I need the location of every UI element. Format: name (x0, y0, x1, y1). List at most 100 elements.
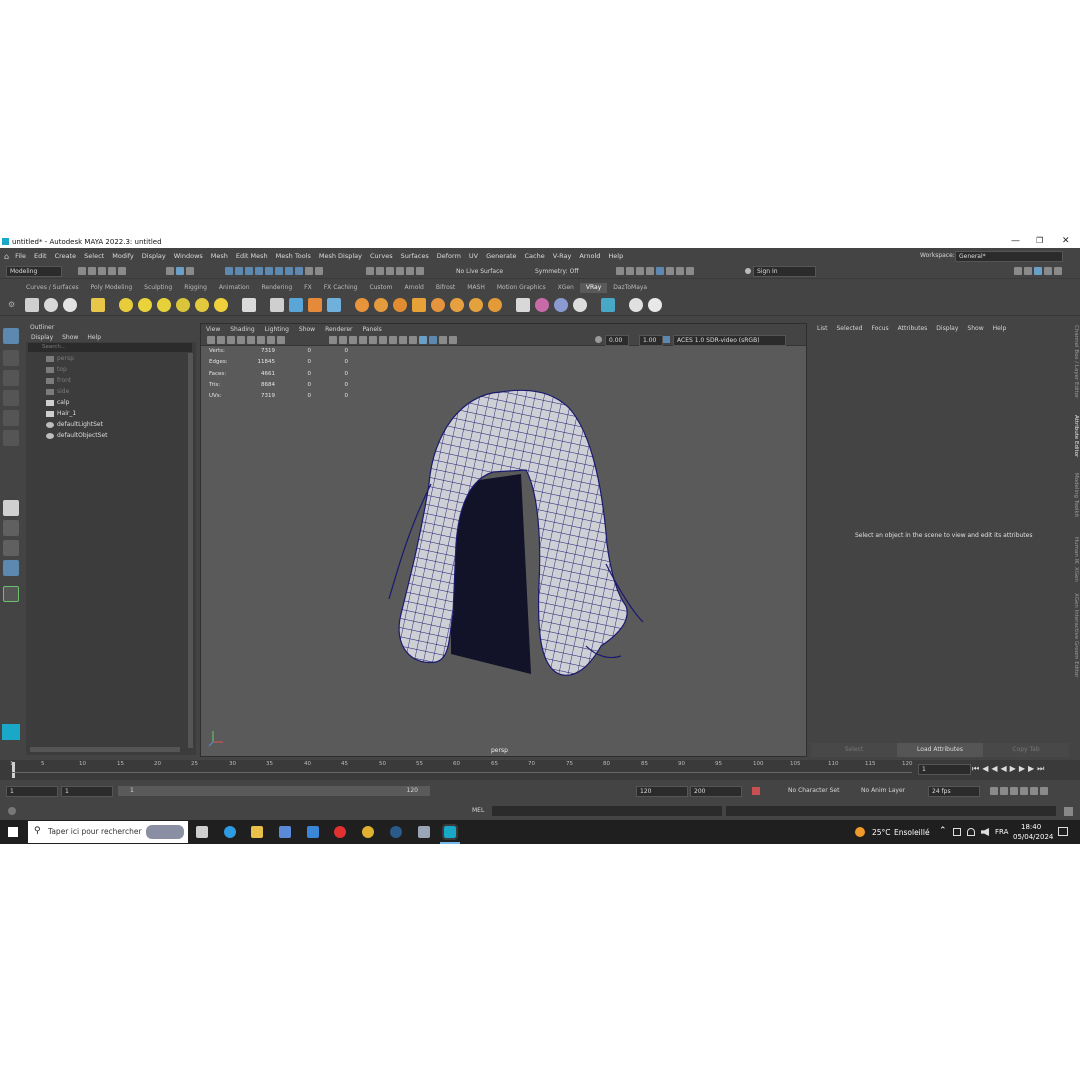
help-icon[interactable] (8, 807, 16, 815)
menu-windows[interactable]: Windows (174, 252, 203, 260)
outliner-search-input[interactable]: Search... (42, 344, 66, 350)
step-forward-key-icon[interactable]: ▶ (1028, 764, 1037, 773)
user-icon[interactable] (745, 268, 751, 274)
taskbar-search-input[interactable]: Taper ici pour rechercher (48, 827, 142, 836)
shelf-tab-curves-surfaces[interactable]: Curves / Surfaces (20, 283, 85, 293)
input-language[interactable]: FRA (995, 828, 1008, 836)
layout-icon-3[interactable] (1034, 267, 1042, 275)
menu-uv[interactable]: UV (469, 252, 478, 260)
notifications-icon[interactable] (1058, 827, 1068, 836)
script-language-label[interactable]: MEL (472, 807, 484, 814)
outliner-menu-display[interactable]: Display (31, 334, 53, 341)
symmetry-label[interactable]: Symmetry: Off (535, 268, 578, 275)
snap-grid-icon[interactable] (366, 267, 374, 275)
vp-menu-panels[interactable]: Panels (362, 326, 381, 333)
shelf-tab-rigging[interactable]: Rigging (178, 283, 213, 293)
menu-file[interactable]: File (15, 252, 26, 260)
outliner-item-persp[interactable]: persp (46, 355, 74, 362)
mask-icon-6[interactable] (275, 267, 283, 275)
vray-logo-icon[interactable] (648, 297, 663, 312)
ao-icon[interactable] (389, 336, 397, 344)
outliner-item-default-object-set[interactable]: defaultObjectSet (46, 432, 108, 439)
shelf-settings-icon[interactable]: ⚙ (8, 300, 15, 309)
image-plane-icon[interactable] (227, 336, 235, 344)
exposure-icon[interactable] (595, 336, 602, 343)
outliner-item-front[interactable]: front (46, 377, 71, 384)
vray-decal-icon[interactable] (469, 297, 484, 312)
camera-attr-icon[interactable] (207, 336, 215, 344)
smooth-shade-icon[interactable] (339, 336, 347, 344)
menu-curves[interactable]: Curves (370, 252, 393, 260)
attr-menu-display[interactable]: Display (936, 325, 958, 332)
edge-icon[interactable] (224, 826, 236, 838)
snap-surface-icon[interactable] (406, 267, 414, 275)
character-set-dropdown[interactable]: No Character Set (788, 787, 839, 794)
menu-arnold[interactable]: Arnold (579, 252, 600, 260)
menu-modify[interactable]: Modify (112, 252, 134, 260)
mask-icon-8[interactable] (295, 267, 303, 275)
save-scene-icon[interactable] (98, 267, 106, 275)
outliner-item-top[interactable]: top (46, 366, 67, 373)
vray-multi-icon[interactable] (554, 297, 569, 312)
exposure-field[interactable]: 0.00 (605, 335, 629, 346)
side-tab-xgen[interactable]: XGen (1073, 567, 1079, 582)
aa-icon[interactable] (409, 336, 417, 344)
current-frame-field[interactable]: 1 (918, 764, 971, 775)
vray-export-icon[interactable] (327, 297, 342, 312)
redo-icon[interactable] (118, 267, 126, 275)
attr-menu-show[interactable]: Show (967, 325, 983, 332)
select-hierarchy-icon[interactable] (166, 267, 174, 275)
vray-material-icon[interactable] (516, 297, 531, 312)
shelf-tab-daztomaya[interactable]: DazToMaya (607, 283, 653, 293)
color-management-icon[interactable] (663, 336, 670, 343)
go-to-start-icon[interactable]: ⏮ (972, 764, 982, 773)
attr-menu-list[interactable]: List (817, 325, 828, 332)
shelf-tab-mash[interactable]: MASH (461, 283, 491, 293)
menu-edit-mesh[interactable]: Edit Mesh (236, 252, 268, 260)
outliner-search-field[interactable]: Search... (28, 343, 192, 352)
workspace-dropdown[interactable]: General* (955, 251, 1063, 262)
shelf-tab-arnold[interactable]: Arnold (398, 283, 429, 293)
attr-menu-focus[interactable]: Focus (872, 325, 889, 332)
vray-plane-icon[interactable] (242, 297, 257, 312)
vp-menu-view[interactable]: View (206, 326, 220, 333)
step-back-frame-icon[interactable]: ◀ (991, 764, 1000, 773)
mask-icon-4[interactable] (255, 267, 263, 275)
weather-condition[interactable]: Ensoleillé (894, 828, 930, 837)
render-view-icon[interactable] (656, 267, 664, 275)
play-backwards-icon[interactable]: ◀ (1001, 764, 1010, 773)
vray-vfb-shelf-icon[interactable] (63, 297, 78, 312)
vray-sun-icon[interactable] (214, 297, 229, 312)
motion-blur-icon[interactable] (399, 336, 407, 344)
vray-denoiser-icon[interactable] (601, 297, 616, 312)
tray-chevron-icon[interactable]: ⌃ (939, 826, 947, 836)
ipr-render-icon[interactable] (626, 267, 634, 275)
vray-lister-icon[interactable] (91, 297, 106, 312)
menu-vray[interactable]: V-Ray (553, 252, 572, 260)
grid-icon[interactable] (237, 336, 245, 344)
menu-display[interactable]: Display (142, 252, 166, 260)
custom-layout-icon[interactable] (3, 560, 19, 576)
clock-time[interactable]: 18:40 (1021, 823, 1041, 831)
restore-icon[interactable]: ❐ (1036, 236, 1043, 245)
outliner-item-side[interactable]: side (46, 388, 69, 395)
snap-point-icon[interactable] (386, 267, 394, 275)
playback-start-field[interactable]: 1 (61, 786, 113, 797)
select-component-icon[interactable] (186, 267, 194, 275)
menu-surfaces[interactable]: Surfaces (401, 252, 429, 260)
render-frame-icon[interactable] (616, 267, 624, 275)
weather-temperature[interactable]: 25°C (872, 828, 891, 837)
taskbar-search-box[interactable]: ⚲ Taper ici pour rechercher (28, 821, 188, 843)
film-gate-icon[interactable] (247, 336, 255, 344)
snap-view-icon[interactable] (396, 267, 404, 275)
wire-on-shaded-icon[interactable] (349, 336, 357, 344)
vray-fur-icon[interactable] (355, 297, 370, 312)
vray-volume-icon[interactable] (393, 297, 408, 312)
minimize-icon[interactable]: — (1011, 236, 1020, 246)
live-surface-label[interactable]: No Live Surface (456, 268, 503, 275)
file-explorer-icon[interactable] (251, 826, 263, 838)
viewport-panel[interactable]: View Shading Lighting Show Renderer Pane… (200, 323, 807, 757)
mask-icon-9[interactable] (315, 267, 323, 275)
snap-curve-icon[interactable] (376, 267, 384, 275)
menu-mesh-display[interactable]: Mesh Display (319, 252, 362, 260)
